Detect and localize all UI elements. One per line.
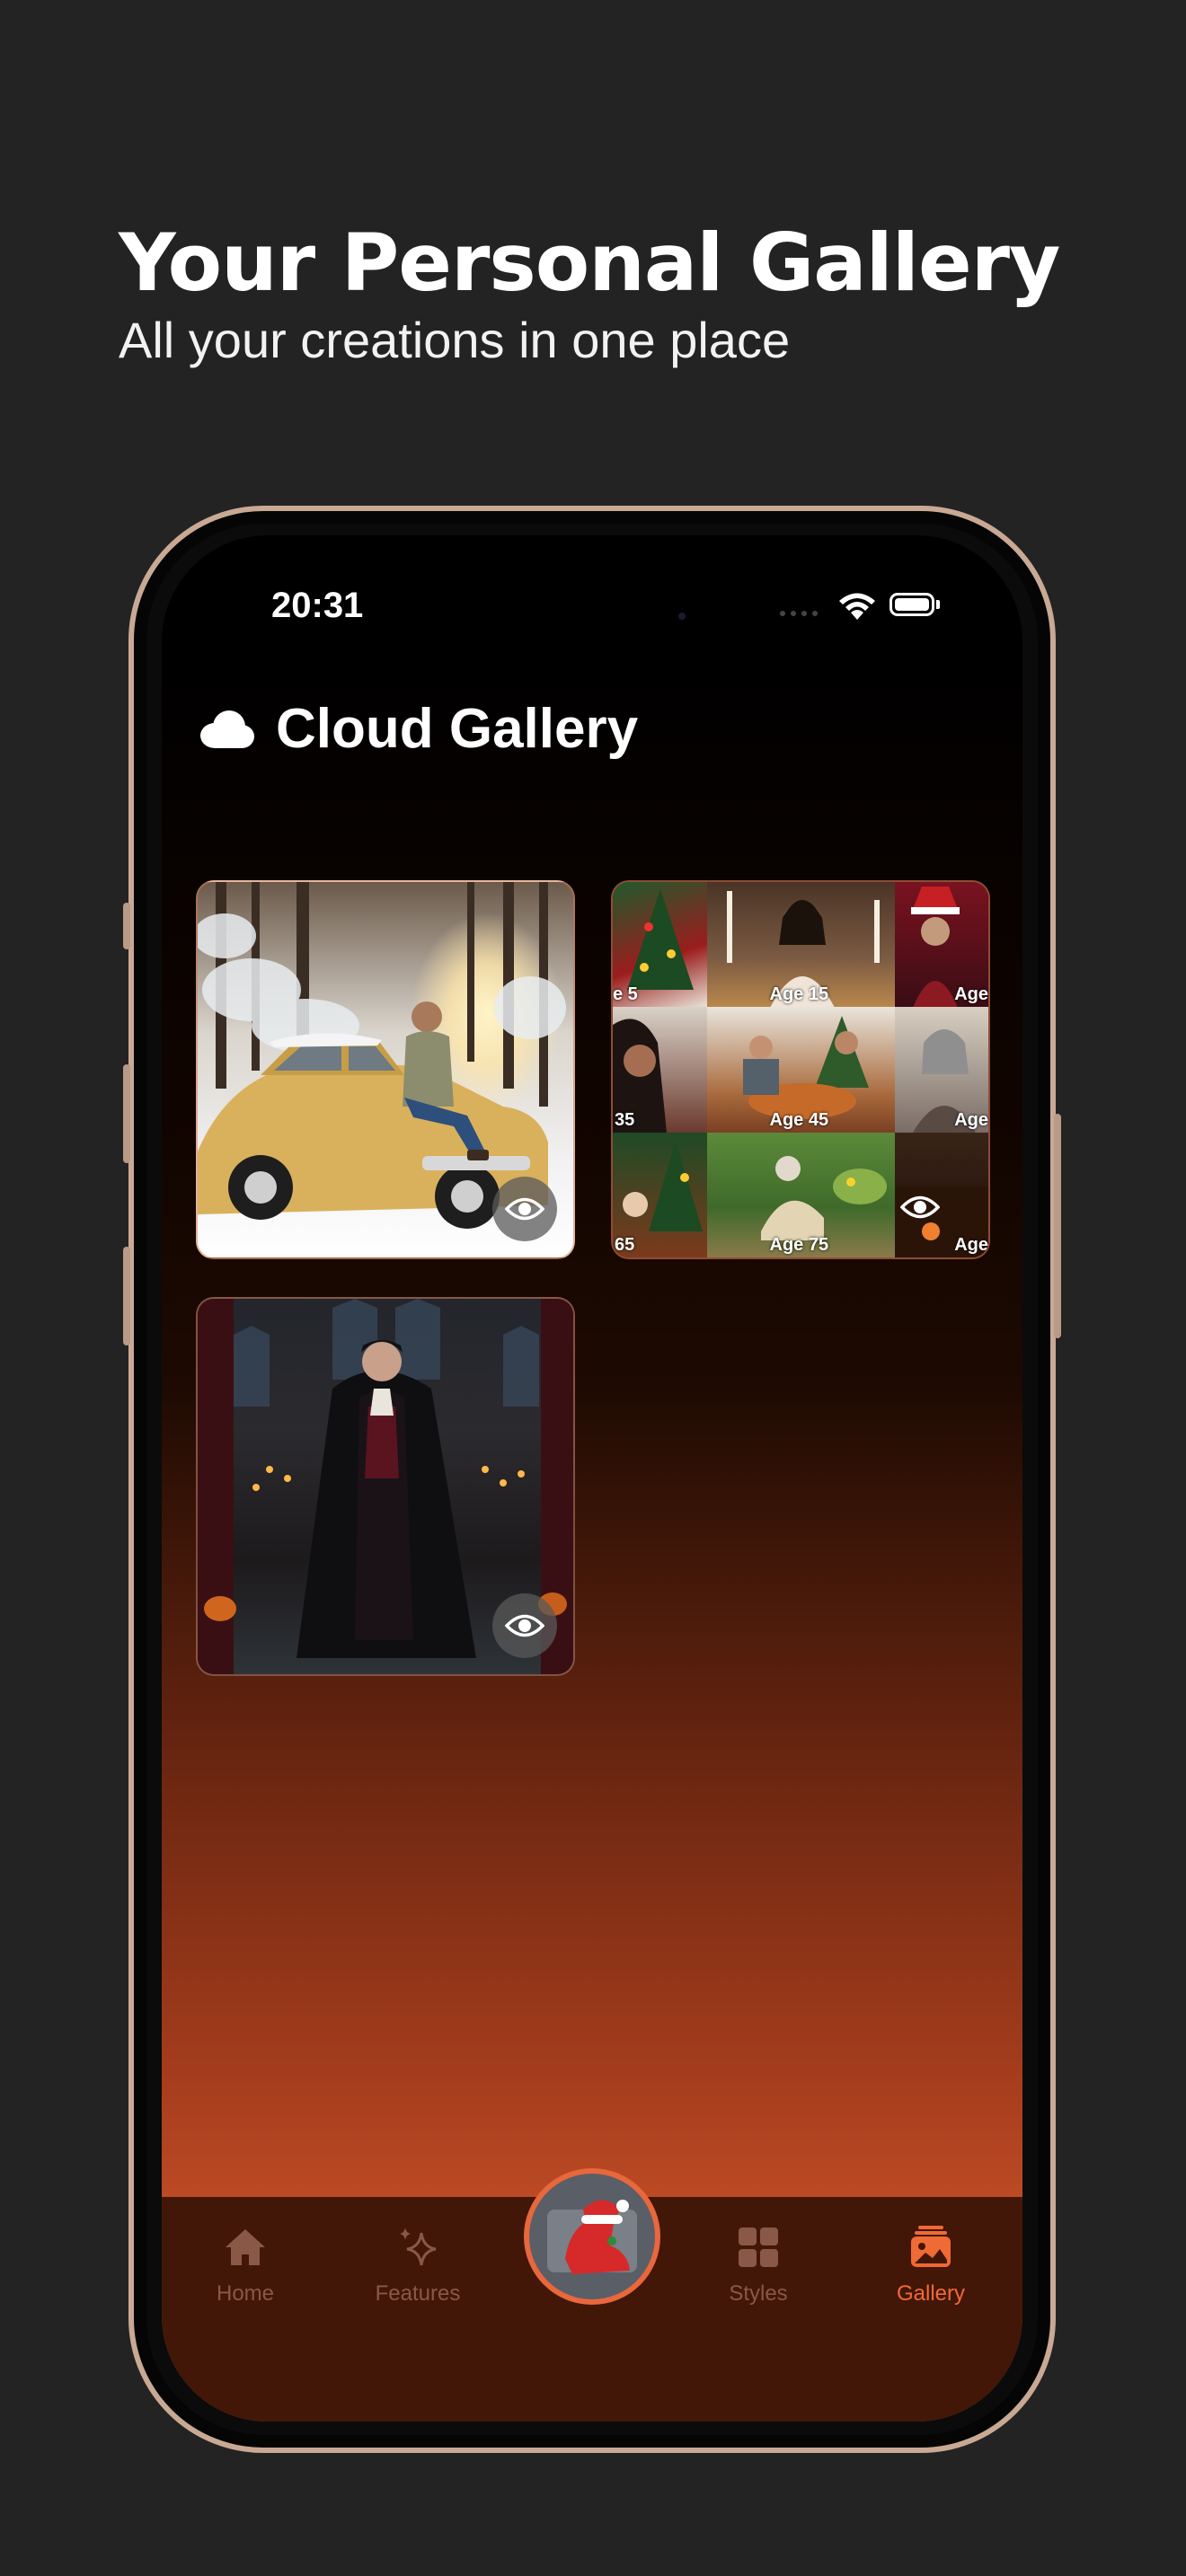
tab-styles[interactable]: Styles [686,2224,830,2307]
collage-cell: 35 [613,1007,707,1133]
age-label: Age [954,1109,988,1130]
tab-features-label: Features [375,2281,461,2306]
view-button[interactable] [492,1177,557,1241]
silent-switch [123,903,130,949]
age-label: Age [954,984,988,1005]
signal-dots-icon [780,611,818,616]
volume-up-button [123,1064,130,1163]
gallery-item-age-collage[interactable]: e 5 Age 15 Age 35 Age 45 Age 65 Age 75 A… [611,880,990,1259]
battery-cap [936,600,940,609]
cloud-icon [200,710,254,748]
headline-title: Your Personal Gallery [119,216,1060,309]
collage-cell: Age [894,882,988,1008]
age-label: e 5 [613,984,638,1005]
sparkles-icon [400,2228,437,2266]
wifi-icon [839,593,875,620]
phone-screen: 20:31 Cloud Gallery e 5 Age 15 Age 35 Ag… [162,535,1022,2422]
volume-down-button [123,1247,130,1345]
view-button[interactable] [492,1593,557,1658]
age-label: Age 75 [769,1234,829,1255]
tab-home[interactable]: Home [173,2224,317,2307]
collage-cell: Age [894,1007,988,1133]
age-label: Age 45 [769,1109,829,1130]
gallery-header: Cloud Gallery [195,697,638,761]
collage-cell: Age 45 [706,1007,895,1133]
christmas-shoe-icon [547,2200,637,2274]
tab-styles-label: Styles [729,2281,788,2306]
tab-features[interactable]: Features [346,2224,490,2307]
power-button [1054,1114,1061,1338]
tab-gallery[interactable]: Gallery [859,2224,1003,2307]
home-icon [226,2229,265,2265]
gallery-icon [911,2226,951,2267]
eye-icon [505,1197,544,1221]
headline-subtitle: All your creations in one place [119,312,791,368]
eye-icon [900,1195,940,1219]
gallery-title: Cloud Gallery [276,698,639,760]
view-button[interactable] [888,1175,952,1239]
battery-icon [890,593,934,616]
tab-bar: Home Features Styles Gallery [162,2168,1022,2422]
collage-cell: 65 [613,1132,707,1257]
collage-cell: Age 15 [706,882,895,1008]
front-camera [678,613,686,620]
gallery-item-vampire[interactable] [196,1297,575,1676]
status-time: 20:31 [271,586,364,625]
tab-gallery-label: Gallery [896,2281,966,2306]
age-label: Age 15 [769,984,829,1005]
age-label: 65 [615,1234,635,1255]
age-label: Age [954,1234,988,1255]
age-label: 35 [615,1109,635,1130]
eye-icon [505,1614,544,1637]
tab-home-label: Home [216,2281,275,2306]
headline: Your Personal Gallery All your creations… [119,216,1060,369]
gallery-item-snow-car[interactable] [196,880,575,1259]
collage-cell: e 5 [613,882,707,1008]
collage-cell: Age 75 [706,1132,895,1257]
grid-icon [739,2228,778,2267]
center-action-button[interactable] [524,2168,660,2305]
